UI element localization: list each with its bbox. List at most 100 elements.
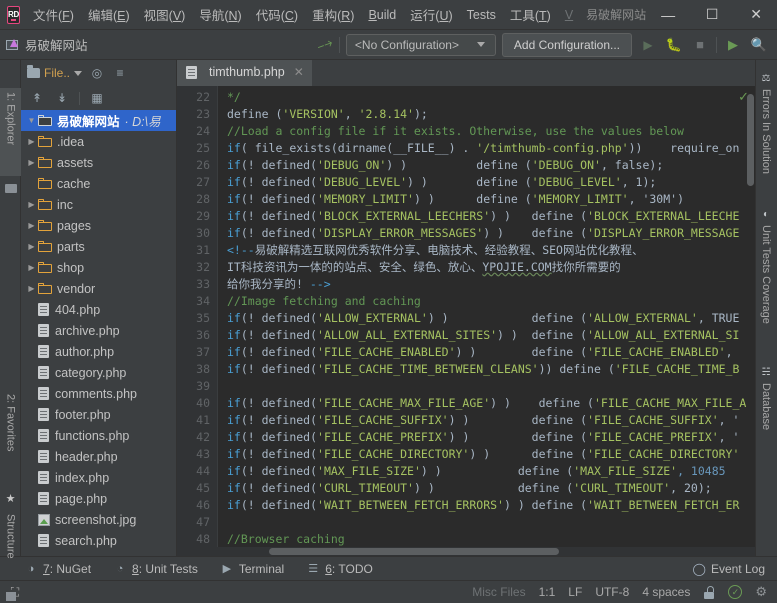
code-line[interactable]: if(! defined('BLOCK_EXTERNAL_LEECHERS') …: [227, 208, 755, 225]
code-line[interactable]: [227, 514, 755, 531]
menu-item-9[interactable]: 工具(T): [503, 2, 558, 27]
tree-row[interactable]: archive.php: [21, 320, 176, 341]
code-line[interactable]: if(! defined('FILE_CACHE_DIRECTORY') ) d…: [227, 446, 755, 463]
upload-icon[interactable]: ↟: [29, 90, 45, 106]
code-folding-gutter[interactable]: [217, 86, 227, 547]
tree-row[interactable]: screenshot.jpg: [21, 509, 176, 530]
menu-item-4[interactable]: 代码(C): [249, 2, 305, 27]
code-content[interactable]: */ define ('VERSION', '2.8.14');//Load a …: [227, 86, 755, 547]
run-icon[interactable]: ▶: [638, 35, 658, 55]
code-line[interactable]: if(! defined('MEMORY_LIMIT') ) define ('…: [227, 191, 755, 208]
sidebar-item-database[interactable]: ☵ Database: [755, 362, 777, 454]
code-line[interactable]: define ('VERSION', '2.8.14');: [227, 106, 755, 123]
tree-row[interactable]: ▶ .idea: [21, 131, 176, 152]
breadcrumb[interactable]: 易破解网站: [6, 35, 88, 54]
add-configuration-button[interactable]: Add Configuration...: [501, 32, 632, 57]
tree-row[interactable]: ▶ shop: [21, 257, 176, 278]
tree-row[interactable]: search.php: [21, 530, 176, 551]
code-line[interactable]: //Load a config file if it exists. Other…: [227, 123, 755, 140]
tree-row[interactable]: page.php: [21, 488, 176, 509]
tree-row[interactable]: index.php: [21, 467, 176, 488]
code-line[interactable]: [227, 378, 755, 395]
tool-window-button-terminal[interactable]: ▶ Terminal: [220, 562, 285, 576]
tree-row[interactable]: ▶ pages: [21, 215, 176, 236]
code-line[interactable]: if(! defined('FILE_CACHE_PREFIX') ) defi…: [227, 429, 755, 446]
code-line[interactable]: if(! defined('MAX_FILE_SIZE') ) define (…: [227, 463, 755, 480]
inspection-ok-icon[interactable]: ✓: [728, 585, 743, 599]
code-line[interactable]: 给你我分享的! -->: [227, 276, 755, 293]
tool-window-button-todo[interactable]: ☰ 6: TODO: [306, 562, 373, 576]
caret-position[interactable]: 1:1: [539, 585, 556, 599]
tree-row[interactable]: cache: [21, 173, 176, 194]
code-line[interactable]: IT科技资讯为一体的的站点、安全、绿色、放心、YPOJIE.COM找你所需要的: [227, 259, 755, 276]
console-icon[interactable]: ▶: [723, 35, 743, 55]
code-line[interactable]: if(! defined('FILE_CACHE_TIME_BETWEEN_CL…: [227, 361, 755, 378]
code-line[interactable]: if(! defined('CURL_TIMEOUT') ) define ('…: [227, 480, 755, 497]
expand-arrow-icon[interactable]: ▶: [25, 284, 38, 293]
indent-setting[interactable]: 4 spaces: [642, 585, 690, 599]
menu-item-6[interactable]: Build: [361, 5, 403, 25]
tree-row[interactable]: 404.php: [21, 299, 176, 320]
vertical-scrollbar[interactable]: [746, 86, 755, 547]
code-line[interactable]: if(! defined('WAIT_BETWEEN_FETCH_ERRORS'…: [227, 497, 755, 514]
code-line[interactable]: if(! defined('DISPLAY_ERROR_MESSAGES') )…: [227, 225, 755, 242]
stop-icon[interactable]: ■: [690, 35, 710, 55]
menu-item-2[interactable]: 视图(V): [137, 2, 193, 27]
tree-row[interactable]: comments.php: [21, 383, 176, 404]
minimize-button[interactable]: —: [646, 0, 690, 30]
code-line[interactable]: if( file_exists(dirname(__FILE__) . '/ti…: [227, 140, 755, 157]
project-view-selector[interactable]: File..: [27, 65, 83, 80]
tree-row[interactable]: footer.php: [21, 404, 176, 425]
file-encoding[interactable]: UTF-8: [595, 585, 629, 599]
tree-row[interactable]: ▶ assets: [21, 152, 176, 173]
sidebar-item-unit-tests-coverage[interactable]: ◐ Unit Tests Coverage: [755, 204, 777, 350]
download-icon[interactable]: ↡: [54, 90, 70, 106]
menu-item-3[interactable]: 导航(N): [192, 2, 248, 27]
tree-row[interactable]: ▶ vendor: [21, 278, 176, 299]
tool-window-button-nuget[interactable]: ◑ 7: NuGet: [24, 562, 91, 576]
tree-row[interactable]: header.php: [21, 446, 176, 467]
file-scope-label[interactable]: Misc Files: [472, 585, 525, 599]
code-editor[interactable]: 22 23 24 25 26 27 28 29 30 31 32 33 34 35 36 37 38 39 40 41…: [177, 86, 755, 547]
code-line[interactable]: if(! defined('ALLOW_ALL_EXTERNAL_SITES')…: [227, 327, 755, 344]
tree-row[interactable]: ▶ parts: [21, 236, 176, 257]
code-line[interactable]: <!--易破解精选互联网优秀软件分享、电脑技术、经验教程、SEO网站优化教程、: [227, 242, 755, 259]
crosshair-icon[interactable]: ◎: [89, 65, 105, 81]
code-line[interactable]: if(! defined('ALLOW_EXTERNAL') ) define …: [227, 310, 755, 327]
hammer-icon[interactable]: ⤍: [315, 34, 335, 55]
debug-icon[interactable]: 🐛: [664, 35, 684, 55]
tree-row-root[interactable]: ▼ 易破解网站 · D:\易: [21, 110, 176, 131]
expand-arrow-icon[interactable]: ▶: [25, 242, 38, 251]
code-line[interactable]: //Browser caching: [227, 531, 755, 547]
image-icon[interactable]: ▦: [89, 90, 105, 106]
code-line[interactable]: if(! defined('DEBUG_ON') ) define ('DEBU…: [227, 157, 755, 174]
maximize-button[interactable]: ☐: [690, 0, 734, 30]
tool-window-button-unittests[interactable]: ◔ 8: Unit Tests: [113, 562, 198, 576]
expand-arrow-icon[interactable]: ▶: [25, 158, 38, 167]
close-icon[interactable]: ✕: [294, 65, 304, 79]
sidebar-item-structure[interactable]: Structure: [0, 510, 21, 588]
code-line[interactable]: if(! defined('FILE_CACHE_SUFFIX') ) defi…: [227, 412, 755, 429]
menu-item-0[interactable]: 文件(F): [26, 2, 81, 27]
menu-item-7[interactable]: 运行(U): [403, 2, 459, 27]
expand-arrow-icon[interactable]: ▶: [25, 221, 38, 230]
menu-item-5[interactable]: 重构(R): [305, 2, 361, 27]
expand-arrow-icon[interactable]: ▶: [25, 137, 38, 146]
code-line[interactable]: */: [227, 89, 755, 106]
unlocked-icon[interactable]: [703, 585, 715, 599]
close-button[interactable]: ✕: [734, 0, 777, 30]
code-line[interactable]: if(! defined('FILE_CACHE_MAX_FILE_AGE') …: [227, 395, 755, 412]
menu-item-10[interactable]: V: [558, 5, 580, 25]
tree-row[interactable]: category.php: [21, 362, 176, 383]
sidebar-item-errors-in-solution[interactable]: ⚖ Errors In Solution: [755, 68, 777, 196]
tree-row[interactable]: ▶ inc: [21, 194, 176, 215]
code-line[interactable]: //Image fetching and caching: [227, 293, 755, 310]
expand-arrow-icon[interactable]: ▼: [25, 116, 38, 125]
menu-item-1[interactable]: 编辑(E): [81, 2, 137, 27]
collapse-all-icon[interactable]: ≡: [112, 65, 128, 81]
line-separator[interactable]: LF: [568, 585, 582, 599]
tree-row[interactable]: functions.php: [21, 425, 176, 446]
code-line[interactable]: if(! defined('FILE_CACHE_ENABLED') ) def…: [227, 344, 755, 361]
tree-row[interactable]: author.php: [21, 341, 176, 362]
event-log-button[interactable]: ◯ Event Log: [693, 562, 777, 576]
